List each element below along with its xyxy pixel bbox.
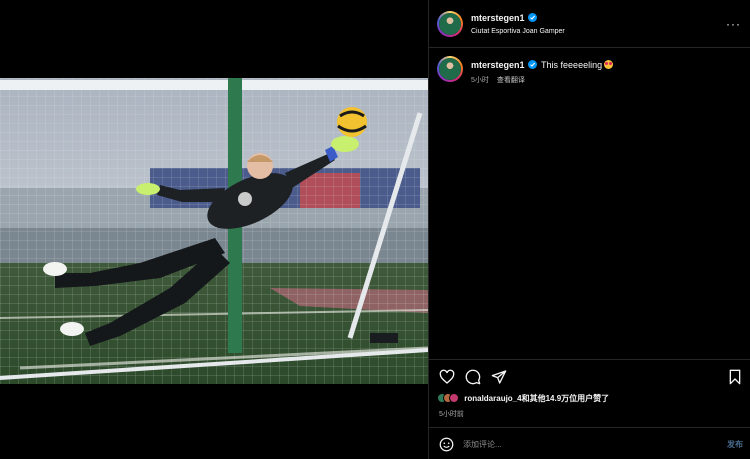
caption-text: This feeeeeling	[541, 60, 603, 70]
comment-icon[interactable]	[465, 369, 481, 385]
post-time: 5小时前	[439, 411, 464, 418]
comment-bar: 发布	[429, 427, 750, 459]
share-icon[interactable]	[491, 369, 507, 385]
likes-text[interactable]: ronaldaraujo_4和其他14.9万位用户赞了	[464, 394, 609, 403]
heart-eyes-emoji-icon	[604, 60, 614, 69]
avatar	[449, 393, 459, 403]
post-username-row: mterstegen1	[471, 13, 537, 23]
post-photo	[0, 78, 428, 384]
post-comment-button[interactable]: 发布	[727, 439, 743, 450]
see-translation-link[interactable]: 查看翻译	[497, 77, 525, 84]
bookmark-icon[interactable]	[727, 369, 743, 385]
post-username[interactable]: mterstegen1	[471, 13, 525, 23]
more-icon[interactable]: ···	[726, 17, 741, 31]
likes-summary[interactable]: ronaldaraujo_4和其他14.9万位用户赞了	[437, 393, 609, 407]
caption-username[interactable]: mterstegen1	[471, 60, 525, 70]
caption-time: 5小时	[471, 77, 489, 84]
caption-line: mterstegen1 This feeeeeling	[471, 60, 614, 70]
action-bar	[429, 359, 750, 393]
post-header: mterstegen1 Ciutat Esportiva Joan Gamper…	[429, 0, 750, 48]
comment-input[interactable]	[463, 437, 703, 451]
post-location[interactable]: Ciutat Esportiva Joan Gamper	[471, 28, 565, 35]
post-detail-panel: mterstegen1 Ciutat Esportiva Joan Gamper…	[428, 0, 750, 459]
smile-icon[interactable]	[439, 437, 454, 452]
heart-icon[interactable]	[439, 369, 455, 385]
caption-avatar[interactable]	[437, 56, 463, 82]
verified-icon	[527, 13, 537, 22]
avatar[interactable]	[437, 11, 463, 37]
verified-icon	[527, 60, 537, 69]
post-media[interactable]	[0, 0, 428, 459]
caption-meta: 5小时 查看翻译	[471, 75, 525, 85]
